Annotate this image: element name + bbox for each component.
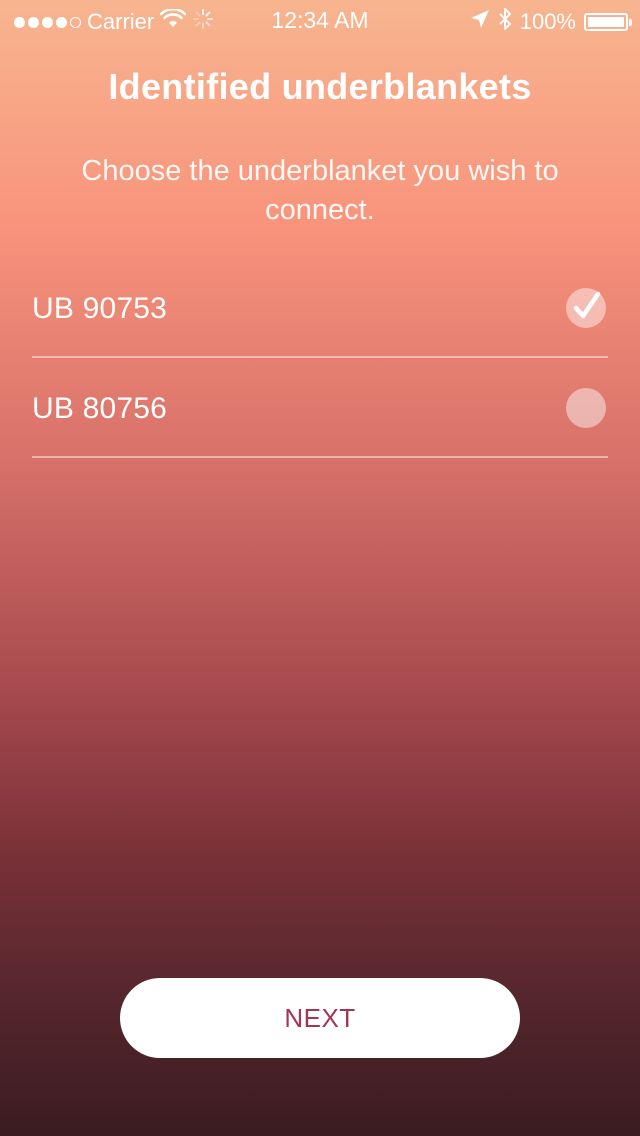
battery-fill bbox=[588, 17, 624, 27]
radio-unselected[interactable] bbox=[566, 388, 606, 428]
page-title: Identified underblankets bbox=[108, 66, 532, 107]
location-arrow-icon bbox=[470, 9, 490, 35]
device-name: UB 80756 bbox=[32, 392, 168, 425]
device-list: UB 90753 UB 80756 bbox=[32, 262, 608, 462]
device-row-ub-90753[interactable]: UB 90753 bbox=[32, 262, 608, 358]
device-row-ub-80756[interactable]: UB 80756 bbox=[32, 362, 608, 458]
page-subtitle: Choose the underblanket you wish to conn… bbox=[81, 155, 559, 226]
next-button[interactable]: NEXT bbox=[120, 978, 520, 1058]
status-right: 100% bbox=[470, 7, 632, 37]
checkmark-icon bbox=[573, 291, 601, 319]
battery-icon bbox=[584, 13, 632, 31]
battery-percent: 100% bbox=[519, 9, 576, 34]
device-name: UB 90753 bbox=[32, 292, 168, 325]
screen: Carrier 12:34 AM 100% Identified underbl… bbox=[0, 0, 640, 1136]
bluetooth-icon bbox=[498, 7, 512, 37]
status-bar: Carrier 12:34 AM 100% bbox=[0, 0, 640, 40]
radio-selected[interactable] bbox=[566, 288, 606, 328]
